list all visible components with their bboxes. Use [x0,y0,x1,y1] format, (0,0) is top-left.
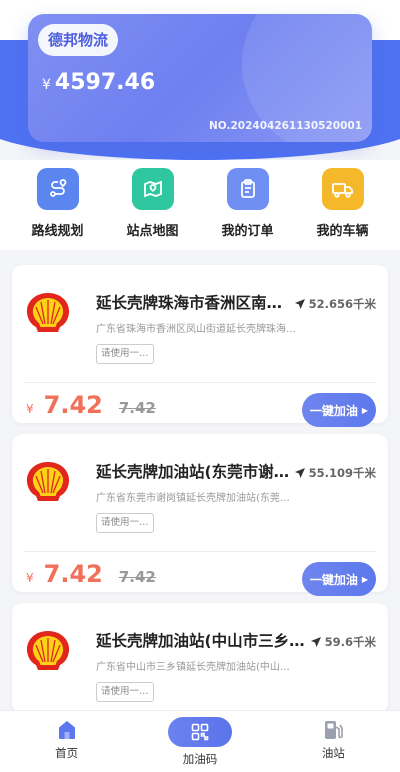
navigation-arrow-icon [310,637,321,647]
quick-action-label: 路线规划 [31,224,84,239]
station-address: 广东省珠海市香洲区凤山街道延长壳牌珠海… [96,324,296,335]
balance-amount: ¥4597.46 [42,70,155,95]
quick-action-label: 站点地图 [126,224,179,239]
price-row: ¥ 7.42 7.42 [26,391,156,419]
quick-action-orders[interactable]: 我的订单 [203,168,293,250]
tab-home[interactable]: 首页 [17,711,117,772]
quick-actions: 路线规划 站点地图 我的订单 我的车辆 [0,160,400,250]
original-price: 7.42 [118,568,156,586]
station-card[interactable]: 延长壳牌加油站(中山市三乡… 59.6千米 广东省中山市三乡镇延长壳牌加油站(中… [12,603,388,713]
route-icon [36,168,79,210]
company-name: 德邦物流 [38,24,119,56]
balance-value: 4597.46 [54,70,156,95]
original-price: 7.42 [118,399,156,417]
refuel-button[interactable]: 一键加油 ▶ [302,393,376,427]
station-distance: 52.656千米 [294,296,376,312]
fuel-pump-icon [325,721,344,739]
quick-action-map[interactable]: 站点地图 [108,168,198,250]
home-icon [58,721,75,739]
divider [24,382,376,383]
station-address: 广东省中山市三乡镇延长壳牌加油站(中山市三乡… [96,662,296,673]
tab-fuel-code[interactable]: 加油码 [150,711,250,772]
distance-value: 59.6千米 [324,635,376,649]
current-price: 7.42 [43,560,103,588]
clipboard-icon [226,168,269,210]
quick-action-label: 我的订单 [221,224,274,239]
quick-action-label: 我的车辆 [316,224,369,239]
station-address: 广东省东莞市谢岗镇延长壳牌加油站(东莞市… [96,493,296,504]
shell-logo-icon [26,293,70,332]
station-tag: 请使用一… [96,344,154,364]
station-name: 延长壳牌加油站(东莞市谢… [96,463,290,481]
station-tag: 请使用一… [96,682,154,702]
bottom-tab-bar: 首页 加油码 油站 [0,710,400,772]
caret-right-icon: ▶ [361,405,369,415]
navigation-arrow-icon [294,468,305,478]
tab-label: 加油码 [182,752,218,766]
truck-icon [321,168,364,210]
currency-symbol: ¥ [26,402,34,416]
currency-symbol: ¥ [26,571,34,585]
refuel-button-label: 一键加油 [309,403,358,418]
shell-logo-icon [26,462,70,501]
distance-value: 52.656千米 [308,297,376,311]
station-tag: 请使用一… [96,513,154,533]
quick-action-vehicles[interactable]: 我的车辆 [298,168,388,250]
currency-symbol: ¥ [42,77,51,93]
station-card[interactable]: 延长壳牌加油站(东莞市谢… 55.109千米 广东省东莞市谢岗镇延长壳牌加油站(… [12,434,388,596]
qr-code-icon [167,717,232,747]
divider [24,551,376,552]
caret-right-icon: ▶ [361,574,369,584]
map-pin-icon [131,168,174,210]
station-distance: 55.109千米 [294,465,376,481]
refuel-button-label: 一键加油 [309,572,358,587]
tab-label: 油站 [321,746,345,760]
price-row: ¥ 7.42 7.42 [26,560,156,588]
quick-action-route[interactable]: 路线规划 [13,168,103,250]
station-name: 延长壳牌加油站(中山市三乡… [96,632,305,650]
navigation-arrow-icon [294,299,305,309]
current-price: 7.42 [43,391,103,419]
shell-logo-icon [26,631,70,670]
refuel-button[interactable]: 一键加油 ▶ [302,562,376,596]
station-card[interactable]: 延长壳牌珠海市香洲区南… 52.656千米 广东省珠海市香洲区凤山街道延长壳牌珠… [12,265,388,427]
balance-card[interactable]: 德邦物流 ¥4597.46 NO.20240426113052​0001 [28,14,372,142]
station-name: 延长壳牌珠海市香洲区南… [96,294,283,312]
card-number: NO.20240426113052​0001 [209,120,362,132]
distance-value: 55.109千米 [308,466,376,480]
tab-label: 首页 [55,746,79,760]
station-distance: 59.6千米 [310,634,376,650]
tab-stations[interactable]: 油站 [283,711,383,772]
